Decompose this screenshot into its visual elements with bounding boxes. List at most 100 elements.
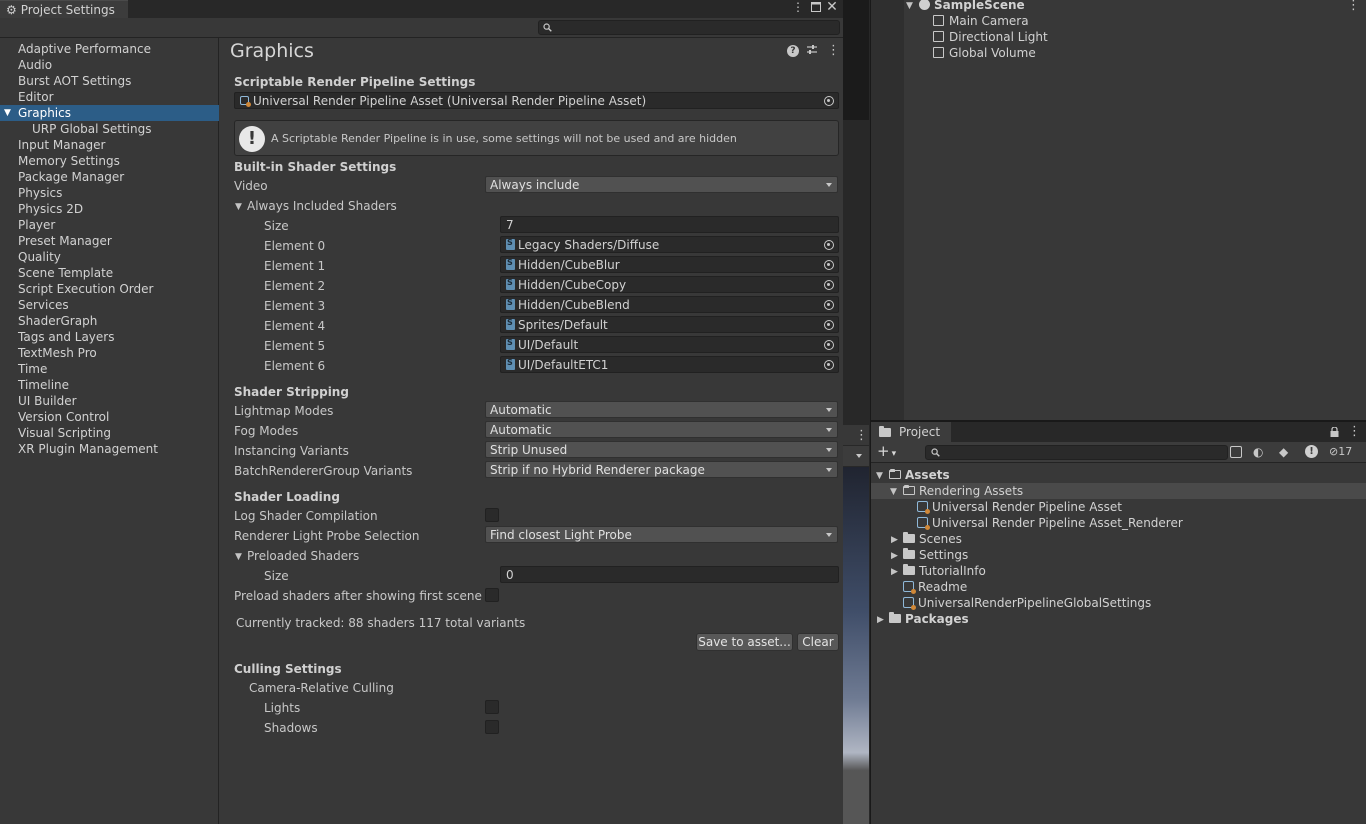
element-2-field[interactable]: Hidden/CubeCopy <box>500 276 839 293</box>
sidebar-item-ui-builder[interactable]: UI Builder <box>0 393 219 409</box>
sidebar-item-memory-settings[interactable]: Memory Settings <box>0 153 219 169</box>
project-search-input[interactable] <box>925 445 1228 460</box>
object-picker-icon[interactable] <box>824 360 834 370</box>
tab-project[interactable]: Project <box>871 422 951 442</box>
hierarchy-item-global-volume[interactable]: Global Volume <box>933 45 1036 61</box>
sidebar-item-physics[interactable]: Physics <box>0 185 219 201</box>
shadows-checkbox[interactable] <box>485 720 499 734</box>
sidebar-item-editor[interactable]: Editor <box>0 89 219 105</box>
object-picker-icon[interactable] <box>824 96 834 106</box>
preloaded-size-input[interactable]: 0 <box>500 566 839 583</box>
sidebar-item-xr-plugin-management[interactable]: XR Plugin Management <box>0 441 219 457</box>
element-3-field[interactable]: Hidden/CubeBlend <box>500 296 839 313</box>
object-picker-icon[interactable] <box>824 280 834 290</box>
video-dropdown[interactable]: Always include <box>485 176 838 193</box>
object-picker-icon[interactable] <box>824 240 834 250</box>
sidebar-item-script-execution-order[interactable]: Script Execution Order <box>0 281 219 297</box>
lightmap-modes-dropdown[interactable]: Automatic <box>485 401 838 418</box>
project-item-readme[interactable]: Readme <box>903 579 967 595</box>
foldout-arrow-icon[interactable]: ▼ <box>235 202 242 212</box>
srp-asset-field[interactable]: Universal Render Pipeline Asset (Univers… <box>234 92 839 109</box>
project-item-rendering-assets[interactable]: Rendering Assets <box>903 483 1023 499</box>
fog-modes-dropdown[interactable]: Automatic <box>485 421 838 438</box>
sidebar-item-time[interactable]: Time <box>0 361 219 377</box>
sidebar-item-audio[interactable]: Audio <box>0 57 219 73</box>
element-1-field[interactable]: Hidden/CubeBlur <box>500 256 839 273</box>
collapsed-arrow-icon[interactable]: ▶ <box>891 535 898 545</box>
foldout-arrow-icon[interactable]: ▼ <box>235 552 242 562</box>
filter-by-type-icon[interactable]: ◐ <box>1253 445 1263 459</box>
project-item-packages[interactable]: Packages <box>889 611 969 627</box>
size-input[interactable]: 7 <box>500 216 839 233</box>
clear-button[interactable]: Clear <box>797 633 839 651</box>
hierarchy-item-directional-light[interactable]: Directional Light <box>933 29 1048 45</box>
object-picker-icon[interactable] <box>824 260 834 270</box>
element-4-field[interactable]: Sprites/Default <box>500 316 839 333</box>
sidebar-item-timeline[interactable]: Timeline <box>0 377 219 393</box>
kebab-icon[interactable]: ⋮ <box>790 0 806 14</box>
sidebar-item-textmesh-pro[interactable]: TextMesh Pro <box>0 345 219 361</box>
kebab-icon[interactable]: ⋮ <box>1347 0 1360 13</box>
sidebar-item-preset-manager[interactable]: Preset Manager <box>0 233 219 249</box>
expand-arrow-icon[interactable]: ▼ <box>876 471 883 481</box>
project-item-urp-asset[interactable]: Universal Render Pipeline Asset <box>917 499 1122 515</box>
sidebar-item-adaptive-performance[interactable]: Adaptive Performance <box>0 41 219 57</box>
collapsed-arrow-icon[interactable]: ▶ <box>877 615 884 625</box>
lights-checkbox[interactable] <box>485 700 499 714</box>
sidebar-item-version-control[interactable]: Version Control <box>0 409 219 425</box>
create-button[interactable]: + ▾ <box>877 444 896 462</box>
element-6-field[interactable]: UI/DefaultETC1 <box>500 356 839 373</box>
scene-item[interactable]: SampleScene <box>919 0 1025 13</box>
preload-after-checkbox[interactable] <box>485 588 499 602</box>
hierarchy-item-main-camera[interactable]: Main Camera <box>933 13 1029 29</box>
instancing-variants-dropdown[interactable]: Strip Unused <box>485 441 838 458</box>
hidden-packages-toggle[interactable]: ⊘17 <box>1329 445 1352 458</box>
preset-icon[interactable] <box>806 44 818 56</box>
project-settings-tab[interactable]: ⚙ Project Settings <box>0 0 128 18</box>
element-0-field[interactable]: Legacy Shaders/Diffuse <box>500 236 839 253</box>
sidebar-item-burst-aot[interactable]: Burst AOT Settings <box>0 73 219 89</box>
expand-arrow-icon[interactable]: ▼ <box>4 105 11 121</box>
sidebar-item-urp-global[interactable]: URP Global Settings <box>0 121 219 137</box>
save-to-asset-button[interactable]: Save to asset... <box>696 633 793 651</box>
sidebar-item-input-manager[interactable]: Input Manager <box>0 137 219 153</box>
brg-variants-dropdown[interactable]: Strip if no Hybrid Renderer package <box>485 461 838 478</box>
project-item-urp-renderer[interactable]: Universal Render Pipeline Asset_Renderer <box>917 515 1183 531</box>
object-picker-icon[interactable] <box>824 300 834 310</box>
sidebar-item-tags-and-layers[interactable]: Tags and Layers <box>0 329 219 345</box>
project-item-scenes[interactable]: Scenes <box>903 531 962 547</box>
expand-arrow-icon[interactable]: ▼ <box>890 487 897 497</box>
kebab-icon[interactable]: ⋮ <box>1348 424 1361 439</box>
label-tag-icon[interactable]: ◆ <box>1279 445 1288 459</box>
light-probe-dropdown[interactable]: Find closest Light Probe <box>485 526 838 543</box>
sidebar-item-package-manager[interactable]: Package Manager <box>0 169 219 185</box>
sidebar-item-visual-scripting[interactable]: Visual Scripting <box>0 425 219 441</box>
search-by-type-icon[interactable] <box>1230 446 1242 458</box>
object-picker-icon[interactable] <box>824 320 834 330</box>
sidebar-item-physics-2d[interactable]: Physics 2D <box>0 201 219 217</box>
project-item-tutorialinfo[interactable]: TutorialInfo <box>903 563 986 579</box>
collapsed-arrow-icon[interactable]: ▶ <box>891 551 898 561</box>
settings-search-input[interactable] <box>538 20 840 35</box>
sidebar-item-graphics[interactable]: ▼ Graphics <box>0 105 219 121</box>
project-item-settings[interactable]: Settings <box>903 547 968 563</box>
scene-view-top[interactable] <box>843 0 869 120</box>
context-menu-icon[interactable]: ⋮ <box>827 43 840 58</box>
sidebar-item-player[interactable]: Player <box>0 217 219 233</box>
project-item-urp-global-settings[interactable]: UniversalRenderPipelineGlobalSettings <box>903 595 1151 611</box>
sidebar-item-shadergraph[interactable]: ShaderGraph <box>0 313 219 329</box>
chevron-down-icon[interactable] <box>856 454 862 458</box>
sidebar-item-scene-template[interactable]: Scene Template <box>0 265 219 281</box>
element-5-field[interactable]: UI/Default <box>500 336 839 353</box>
kebab-icon[interactable]: ⋮ <box>855 428 868 443</box>
close-icon[interactable]: ✕ <box>824 0 840 14</box>
help-icon[interactable]: ? <box>787 45 799 57</box>
lock-icon[interactable] <box>1330 426 1339 437</box>
object-picker-icon[interactable] <box>824 340 834 350</box>
game-view-viewport[interactable] <box>843 467 869 824</box>
sidebar-item-quality[interactable]: Quality <box>0 249 219 265</box>
maximize-icon[interactable] <box>808 0 824 14</box>
project-item-assets[interactable]: Assets <box>889 467 950 483</box>
collapsed-arrow-icon[interactable]: ▶ <box>891 567 898 577</box>
log-compilation-checkbox[interactable] <box>485 508 499 522</box>
